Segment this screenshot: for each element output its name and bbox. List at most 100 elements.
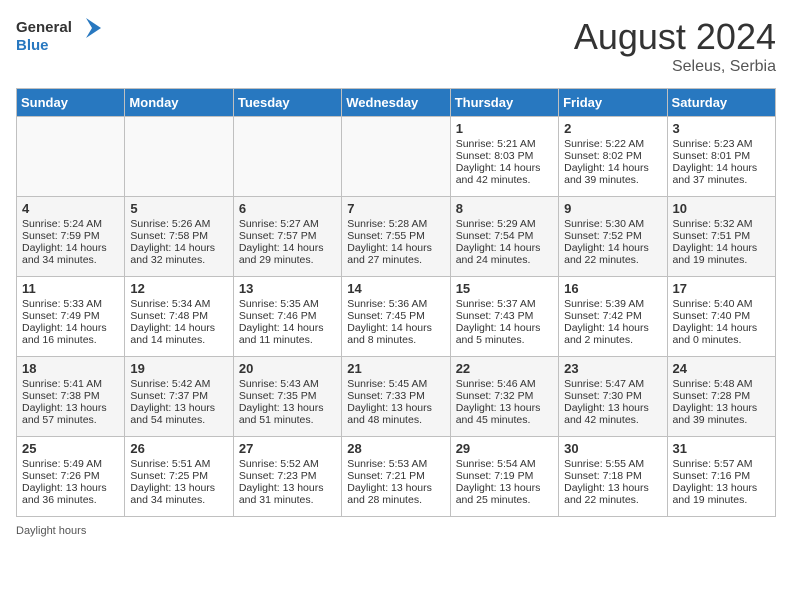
calendar-cell: 12Sunrise: 5:34 AMSunset: 7:48 PMDayligh… bbox=[125, 277, 233, 357]
cell-info: Sunrise: 5:35 AM bbox=[239, 298, 336, 310]
col-header-sunday: Sunday bbox=[17, 89, 125, 117]
cell-info: Daylight: 13 hours and 19 minutes. bbox=[673, 482, 770, 506]
cell-info: Sunrise: 5:45 AM bbox=[347, 378, 444, 390]
calendar-cell: 16Sunrise: 5:39 AMSunset: 7:42 PMDayligh… bbox=[559, 277, 667, 357]
svg-text:Blue: Blue bbox=[16, 37, 49, 54]
cell-info: Daylight: 14 hours and 19 minutes. bbox=[673, 242, 770, 266]
cell-info: Sunrise: 5:36 AM bbox=[347, 298, 444, 310]
day-number: 12 bbox=[130, 281, 227, 296]
col-header-friday: Friday bbox=[559, 89, 667, 117]
day-number: 1 bbox=[456, 121, 553, 136]
calendar-cell: 9Sunrise: 5:30 AMSunset: 7:52 PMDaylight… bbox=[559, 197, 667, 277]
cell-info: Sunset: 7:40 PM bbox=[673, 310, 770, 322]
cell-info: Sunset: 7:28 PM bbox=[673, 390, 770, 402]
cell-info: Sunset: 7:33 PM bbox=[347, 390, 444, 402]
calendar-cell: 29Sunrise: 5:54 AMSunset: 7:19 PMDayligh… bbox=[450, 437, 558, 517]
day-number: 8 bbox=[456, 201, 553, 216]
col-header-monday: Monday bbox=[125, 89, 233, 117]
calendar-cell: 10Sunrise: 5:32 AMSunset: 7:51 PMDayligh… bbox=[667, 197, 775, 277]
cell-info: Sunrise: 5:55 AM bbox=[564, 458, 661, 470]
day-number: 10 bbox=[673, 201, 770, 216]
cell-info: Daylight: 13 hours and 45 minutes. bbox=[456, 402, 553, 426]
day-number: 28 bbox=[347, 441, 444, 456]
daylight-hours-label: Daylight hours bbox=[16, 525, 86, 537]
week-row-1: 1 Sunrise: 5:21 AMSunset: 8:03 PMDaylight… bbox=[17, 117, 776, 197]
day-number: 16 bbox=[564, 281, 661, 296]
col-header-wednesday: Wednesday bbox=[342, 89, 450, 117]
cell-info: Sunset: 7:43 PM bbox=[456, 310, 553, 322]
cell-info: Sunrise: 5:40 AM bbox=[673, 298, 770, 310]
cell-info: Daylight: 14 hours and 8 minutes. bbox=[347, 322, 444, 346]
calendar-cell: 11Sunrise: 5:33 AMSunset: 7:49 PMDayligh… bbox=[17, 277, 125, 357]
cell-info: Sunrise: 5:22 AM bbox=[564, 138, 661, 150]
cell-info: Sunset: 7:59 PM bbox=[22, 230, 119, 242]
week-row-5: 25Sunrise: 5:49 AMSunset: 7:26 PMDayligh… bbox=[17, 437, 776, 517]
title-area: August 2024 Seleus, Serbia bbox=[574, 16, 776, 76]
calendar-cell: 23Sunrise: 5:47 AMSunset: 7:30 PMDayligh… bbox=[559, 357, 667, 437]
cell-info: Daylight: 13 hours and 48 minutes. bbox=[347, 402, 444, 426]
cell-info: Daylight: 14 hours and 34 minutes. bbox=[22, 242, 119, 266]
day-number: 4 bbox=[22, 201, 119, 216]
day-number: 25 bbox=[22, 441, 119, 456]
cell-info: Daylight: 14 hours and 24 minutes. bbox=[456, 242, 553, 266]
calendar-cell bbox=[342, 117, 450, 197]
svg-text:General: General bbox=[16, 19, 72, 36]
cell-info: Daylight: 14 hours and 16 minutes. bbox=[22, 322, 119, 346]
cell-info: Sunset: 8:02 PM bbox=[564, 150, 661, 162]
calendar-cell: 25Sunrise: 5:49 AMSunset: 7:26 PMDayligh… bbox=[17, 437, 125, 517]
week-row-2: 4Sunrise: 5:24 AMSunset: 7:59 PMDaylight… bbox=[17, 197, 776, 277]
cell-info: Daylight: 13 hours and 28 minutes. bbox=[347, 482, 444, 506]
day-number: 29 bbox=[456, 441, 553, 456]
cell-info: Daylight: 14 hours and 42 minutes. bbox=[456, 162, 553, 186]
calendar-cell: 13Sunrise: 5:35 AMSunset: 7:46 PMDayligh… bbox=[233, 277, 341, 357]
day-number: 21 bbox=[347, 361, 444, 376]
col-header-thursday: Thursday bbox=[450, 89, 558, 117]
cell-info: Daylight: 14 hours and 5 minutes. bbox=[456, 322, 553, 346]
cell-info: Sunrise: 5:52 AM bbox=[239, 458, 336, 470]
cell-info: Daylight: 14 hours and 2 minutes. bbox=[564, 322, 661, 346]
calendar-cell: 7Sunrise: 5:28 AMSunset: 7:55 PMDaylight… bbox=[342, 197, 450, 277]
cell-info: Sunset: 8:03 PM bbox=[456, 150, 553, 162]
cell-info: Sunset: 7:51 PM bbox=[673, 230, 770, 242]
cell-info: Sunset: 7:30 PM bbox=[564, 390, 661, 402]
cell-info: Daylight: 13 hours and 54 minutes. bbox=[130, 402, 227, 426]
calendar-cell: 15Sunrise: 5:37 AMSunset: 7:43 PMDayligh… bbox=[450, 277, 558, 357]
cell-info: Sunrise: 5:48 AM bbox=[673, 378, 770, 390]
cell-info: Daylight: 14 hours and 0 minutes. bbox=[673, 322, 770, 346]
cell-info: Sunrise: 5:24 AM bbox=[22, 218, 119, 230]
calendar-cell: 21 Sunrise: 5:45 AMSunset: 7:33 PMDayligh… bbox=[342, 357, 450, 437]
cell-info: Sunrise: 5:21 AM bbox=[456, 138, 553, 150]
cell-info: Sunset: 7:21 PM bbox=[347, 470, 444, 482]
calendar-cell: 26Sunrise: 5:51 AMSunset: 7:25 PMDayligh… bbox=[125, 437, 233, 517]
calendar-cell bbox=[17, 117, 125, 197]
cell-info: Sunrise: 5:30 AM bbox=[564, 218, 661, 230]
cell-info: Daylight: 13 hours and 34 minutes. bbox=[130, 482, 227, 506]
cell-info: Sunrise: 5:29 AM bbox=[456, 218, 553, 230]
cell-info: Sunset: 7:55 PM bbox=[347, 230, 444, 242]
calendar-cell bbox=[125, 117, 233, 197]
cell-info: Sunset: 7:52 PM bbox=[564, 230, 661, 242]
generalblue-logo-icon: General Blue bbox=[16, 16, 106, 58]
cell-info: Sunset: 7:45 PM bbox=[347, 310, 444, 322]
cell-info: Sunset: 7:57 PM bbox=[239, 230, 336, 242]
calendar-cell: 18Sunrise: 5:41 AMSunset: 7:38 PMDayligh… bbox=[17, 357, 125, 437]
day-number: 14 bbox=[347, 281, 444, 296]
cell-info: Daylight: 13 hours and 36 minutes. bbox=[22, 482, 119, 506]
header-row: SundayMondayTuesdayWednesdayThursdayFrid… bbox=[17, 89, 776, 117]
calendar-cell: 8Sunrise: 5:29 AMSunset: 7:54 PMDaylight… bbox=[450, 197, 558, 277]
day-number: 19 bbox=[130, 361, 227, 376]
cell-info: Sunset: 7:25 PM bbox=[130, 470, 227, 482]
cell-info: Sunrise: 5:33 AM bbox=[22, 298, 119, 310]
calendar-table: SundayMondayTuesdayWednesdayThursdayFrid… bbox=[16, 88, 776, 517]
calendar-cell: 19Sunrise: 5:42 AMSunset: 7:37 PMDayligh… bbox=[125, 357, 233, 437]
day-number: 30 bbox=[564, 441, 661, 456]
cell-info: Sunrise: 5:46 AM bbox=[456, 378, 553, 390]
day-number: 7 bbox=[347, 201, 444, 216]
day-number: 13 bbox=[239, 281, 336, 296]
cell-info: Daylight: 13 hours and 25 minutes. bbox=[456, 482, 553, 506]
cell-info: Sunset: 7:16 PM bbox=[673, 470, 770, 482]
calendar-cell: 3Sunrise: 5:23 AMSunset: 8:01 PMDaylight… bbox=[667, 117, 775, 197]
calendar-cell: 2Sunrise: 5:22 AMSunset: 8:02 PMDaylight… bbox=[559, 117, 667, 197]
cell-info: Sunset: 7:18 PM bbox=[564, 470, 661, 482]
cell-info: Daylight: 13 hours and 57 minutes. bbox=[22, 402, 119, 426]
